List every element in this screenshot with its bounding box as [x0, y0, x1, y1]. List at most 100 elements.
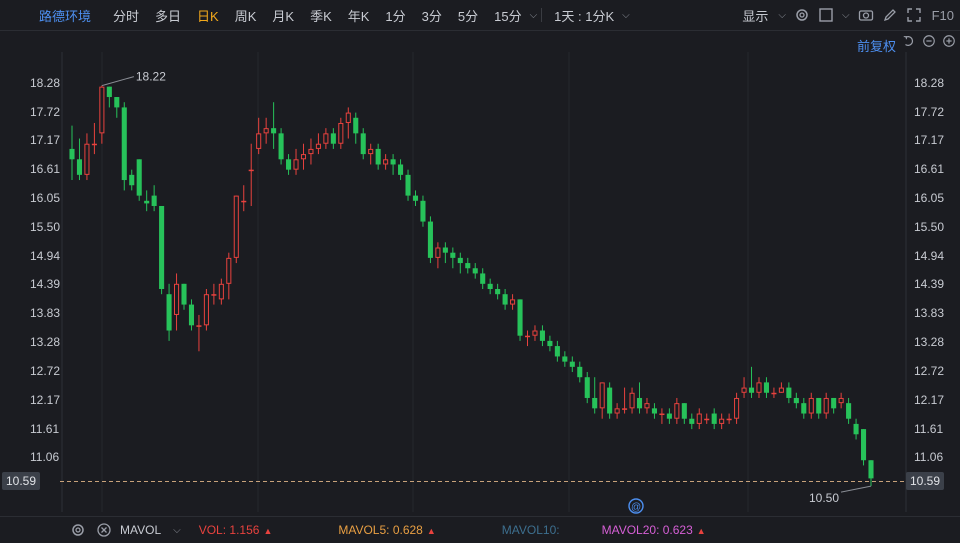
candle-body-up	[734, 397, 740, 419]
candle-body-up	[599, 382, 605, 409]
y-tick-label: 11.61	[914, 421, 944, 436]
candle-body-up	[741, 387, 747, 393]
y-tick-label: 11.61	[30, 421, 60, 436]
candle-body-down	[375, 148, 381, 165]
candle-body-down	[286, 159, 292, 170]
mavol20-label: MAVOL20: 0.623	[601, 523, 693, 537]
candle-body-down	[457, 257, 463, 264]
candle-body-up	[91, 143, 97, 146]
y-tick-label: 16.61	[30, 162, 61, 177]
candle-body-down	[793, 397, 799, 404]
candle-body-up	[84, 143, 90, 175]
candle-body-up	[622, 408, 628, 410]
candle-body-down	[166, 294, 172, 331]
candle-body-down	[577, 366, 583, 378]
candle-body-down	[278, 133, 284, 160]
indicator-bar: MAVOL ⌵ VOL: 1.156 ▲ MAVOL5: 0.628 ▲ MAVOL…	[0, 516, 960, 543]
candle-body-up	[644, 403, 650, 409]
candle-body-up	[614, 408, 620, 414]
candle-body-down	[188, 304, 195, 326]
candle-body-down	[106, 86, 112, 98]
candle-body-up	[719, 418, 725, 424]
candle-body-down	[360, 133, 366, 155]
low-annotation-label: 10.50	[809, 491, 839, 505]
candle-body-down	[592, 397, 598, 409]
candle-body-down	[607, 387, 613, 414]
candle-body-up	[823, 397, 829, 414]
indicator-selector[interactable]: MAVOL	[120, 523, 161, 537]
y-tick-label: 16.05	[914, 191, 945, 206]
candle-body-up	[778, 387, 784, 393]
candle-body-up	[300, 154, 307, 160]
at-marker-glyph: @	[631, 502, 641, 513]
mavol20-value: MAVOL20: 0.623 ▲	[602, 523, 706, 537]
candle-body-up	[726, 418, 732, 421]
y-tick-label: 14.94	[30, 248, 61, 263]
up-triangle-icon: ▲	[426, 526, 436, 536]
candle-body-up	[704, 418, 710, 421]
candle-body-up	[345, 112, 351, 123]
candle-body-up	[674, 403, 680, 419]
candle-body-up	[532, 330, 538, 336]
candle-body-up	[293, 159, 299, 170]
candle-body-down	[539, 330, 545, 341]
gear-icon[interactable]	[70, 522, 86, 538]
candle-body-down	[846, 403, 852, 419]
high-annotation-label: 18.22	[136, 70, 166, 84]
y-tick-label: 12.17	[30, 392, 61, 407]
candle-body-down	[801, 403, 807, 414]
candle-body-down	[405, 174, 411, 196]
y-tick-label: 17.17	[30, 133, 61, 148]
candlestick-chart[interactable]: 18.22 10.50 @	[0, 0, 960, 516]
close-icon[interactable]	[96, 522, 112, 538]
candle-body-down	[144, 200, 150, 204]
candle-body-up	[323, 133, 329, 144]
candle-body-down	[502, 294, 508, 305]
candle-body-down	[853, 423, 859, 435]
y-tick-label: 12.17	[914, 392, 945, 407]
candle-body-down	[517, 299, 523, 336]
candle-body-down	[547, 340, 553, 347]
candle-body-up	[226, 257, 232, 284]
candle-body-down	[465, 263, 471, 269]
candle-body-up	[308, 148, 314, 155]
candle-body-down	[562, 356, 568, 362]
y-tick-label: 13.83	[30, 306, 61, 321]
candle-body-down	[390, 159, 396, 165]
candle-body-up	[368, 148, 374, 155]
candle-body-down	[412, 195, 419, 201]
candle-body-up	[203, 294, 209, 326]
candle-body-up	[696, 413, 702, 424]
up-triangle-icon: ▲	[696, 526, 706, 536]
y-tick-label: 14.39	[30, 277, 61, 292]
candle-body-up	[99, 86, 105, 134]
candle-body-down	[636, 397, 643, 409]
low-annotation-line	[840, 485, 872, 493]
candle-body-down	[151, 195, 157, 206]
candle-body-up	[524, 335, 531, 338]
high-annotation-line	[101, 76, 135, 87]
y-tick-label: 18.28	[914, 75, 945, 90]
y-tick-label: 12.72	[30, 363, 61, 378]
candle-body-up	[659, 413, 665, 416]
candle-body-down	[816, 397, 822, 414]
y-tick-label: 12.72	[914, 363, 945, 378]
chevron-down-icon[interactable]: ⌵	[173, 525, 181, 536]
candle-body-down	[442, 247, 448, 253]
mavol5-value: MAVOL5: 0.628 ▲	[338, 523, 435, 537]
y-tick-label: 11.06	[914, 450, 944, 465]
candle-body-down	[181, 283, 187, 305]
candle-body-down	[121, 107, 127, 181]
candle-body-up	[196, 325, 202, 327]
y-tick-label: 13.28	[914, 334, 945, 349]
y-tick-label: 17.17	[914, 133, 945, 148]
candle-body-down	[554, 346, 560, 357]
candle-body-down	[398, 164, 404, 175]
candle-body-up	[211, 294, 217, 296]
candle-body-down	[450, 252, 456, 258]
candle-body-up	[435, 247, 441, 258]
candle-body-up	[771, 392, 777, 395]
candle-body-down	[666, 413, 672, 419]
y-tick-label: 17.72	[30, 104, 61, 119]
candle-body-up	[383, 159, 389, 165]
